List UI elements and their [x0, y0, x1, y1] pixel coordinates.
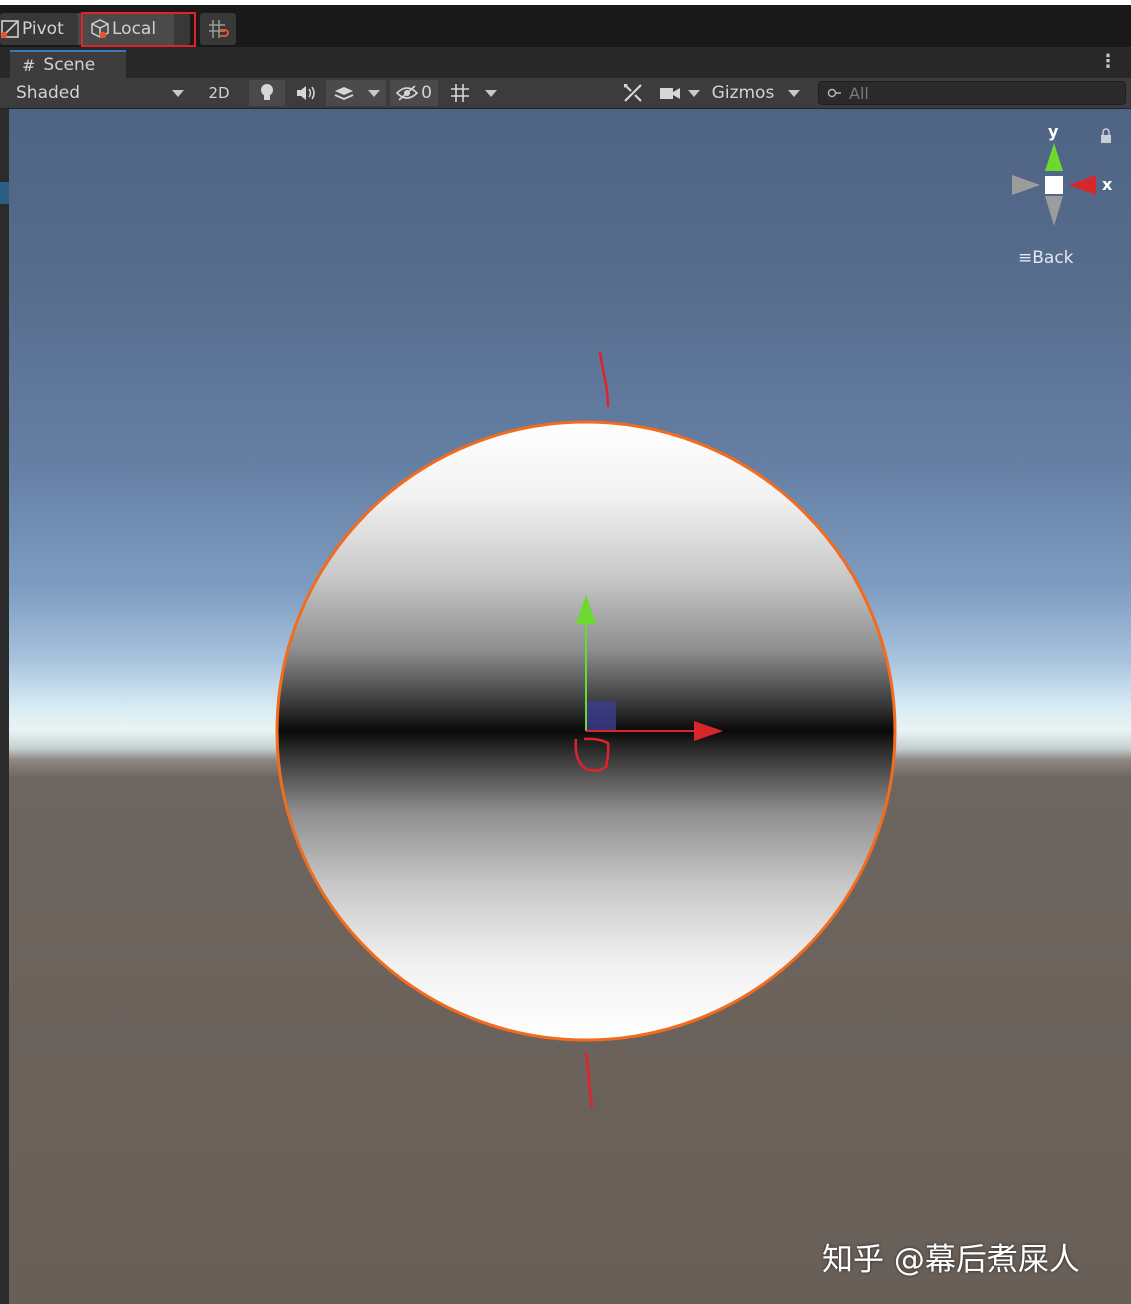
- camera-icon: [659, 88, 680, 99]
- annotation-stroke-top: [598, 351, 610, 408]
- gizmos-dropdown-icon: [788, 89, 800, 97]
- pivot-toggle[interactable]: Pivot: [0, 13, 78, 45]
- gizmo-neg-y-cone[interactable]: [1045, 196, 1063, 226]
- audio-toggle[interactable]: [288, 80, 324, 106]
- grid-snap-icon: [209, 20, 229, 38]
- left-panel-edge: [0, 109, 9, 1304]
- lighting-toggle[interactable]: [249, 80, 285, 106]
- hierarchy-search-field[interactable]: All: [818, 81, 1126, 105]
- unity-editor-window: Pivot Local # Scene ⋮ Shaded 2D 0 Gizmos…: [0, 0, 1131, 1304]
- gizmo-xy-plane-handle[interactable]: [587, 701, 616, 730]
- annotation-highlight-box: [81, 12, 196, 47]
- view-label[interactable]: ≡Back: [1018, 248, 1074, 268]
- lightbulb-icon: [261, 84, 273, 100]
- scene-viewport[interactable]: y x: [9, 109, 1131, 1304]
- draw-mode-value: Shaded: [16, 83, 81, 103]
- grid-toggle[interactable]: [442, 80, 504, 106]
- toggle-2d-button[interactable]: 2D: [200, 80, 238, 106]
- eye-hidden-icon: [396, 85, 419, 101]
- gizmos-button[interactable]: Gizmos: [706, 80, 780, 106]
- gizmos-dropdown[interactable]: [782, 80, 806, 106]
- draw-mode-dropdown[interactable]: Shaded: [8, 80, 192, 106]
- gizmo-x-label: x: [1102, 175, 1113, 194]
- scene-render: y x: [275, 122, 1113, 1109]
- scene-tab-bar: # Scene ⋮: [0, 47, 1131, 78]
- tab-scene[interactable]: # Scene: [10, 50, 126, 78]
- grid-dropdown-icon[interactable]: [485, 89, 497, 97]
- scene-view-toolbar: Shaded 2D 0 Gizmos All: [0, 78, 1131, 109]
- lock-icon[interactable]: [1101, 128, 1111, 143]
- speaker-icon: [297, 86, 315, 100]
- grid-snap-group: [200, 13, 236, 45]
- pivot-icon: [0, 20, 19, 39]
- search-placeholder: All: [849, 83, 869, 103]
- tools-icon: [624, 84, 642, 102]
- pivot-label: Pivot: [22, 19, 64, 39]
- left-panel-selection: [0, 182, 9, 204]
- watermark-text: 知乎 @幕后煮屎人: [822, 1242, 1080, 1278]
- annotation-stroke-bottom: [584, 1052, 594, 1109]
- gizmo-y-cone[interactable]: [1045, 143, 1063, 171]
- orientation-gizmo[interactable]: y x: [1012, 122, 1113, 226]
- tools-toggle[interactable]: [617, 80, 649, 106]
- hidden-count: 0: [421, 83, 432, 103]
- grid-snapping-toggle[interactable]: [200, 13, 236, 45]
- layers-effects-icon: [334, 87, 353, 100]
- more-options-icon[interactable]: ⋮: [1099, 51, 1117, 72]
- gizmo-x-cone[interactable]: [1069, 175, 1096, 195]
- effects-dropdown-icon[interactable]: [367, 89, 380, 97]
- gizmo-center-cube[interactable]: [1045, 176, 1063, 194]
- search-icon: [827, 88, 841, 98]
- gizmos-label: Gizmos: [711, 83, 775, 103]
- camera-dropdown-icon: [687, 89, 700, 97]
- scene-visibility-toggle[interactable]: 0: [390, 80, 438, 106]
- gizmo-neg-x-cone[interactable]: [1012, 175, 1040, 195]
- toggle-2d-label: 2D: [208, 84, 230, 102]
- grid-icon: [451, 84, 469, 102]
- effects-toggle[interactable]: [326, 80, 386, 106]
- chevron-down-icon: [172, 89, 184, 97]
- scene-tab-label: Scene: [43, 55, 96, 75]
- hamburger-icon: ≡: [1018, 248, 1033, 268]
- camera-dropdown[interactable]: [655, 80, 703, 106]
- scene-grid-icon: #: [22, 55, 36, 75]
- view-label-text: Back: [1032, 248, 1074, 268]
- gizmo-y-label: y: [1048, 122, 1059, 141]
